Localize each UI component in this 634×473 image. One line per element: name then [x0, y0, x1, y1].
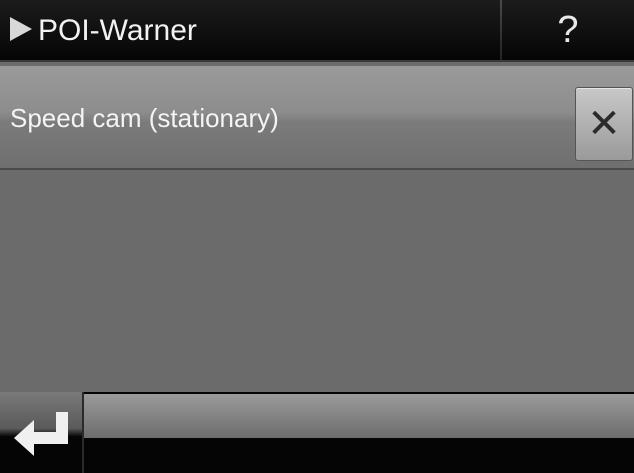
title-arrow-icon [10, 17, 32, 41]
title-bar: POI-Warner ? [0, 0, 634, 62]
screen: POI-Warner ? Speed cam (stationary) ✕ [0, 0, 634, 473]
list-item-label: Speed cam (stationary) [10, 103, 279, 133]
delete-button[interactable]: ✕ [575, 87, 633, 161]
bottom-divider [82, 392, 84, 473]
return-arrow-icon [14, 412, 68, 456]
list-item[interactable]: Speed cam (stationary) [0, 66, 634, 170]
page-title: POI-Warner [38, 14, 197, 47]
close-x-icon: ✕ [587, 101, 621, 147]
bottom-bar-panel [84, 394, 634, 438]
help-button[interactable]: ? [502, 0, 634, 60]
content-area [0, 170, 634, 392]
